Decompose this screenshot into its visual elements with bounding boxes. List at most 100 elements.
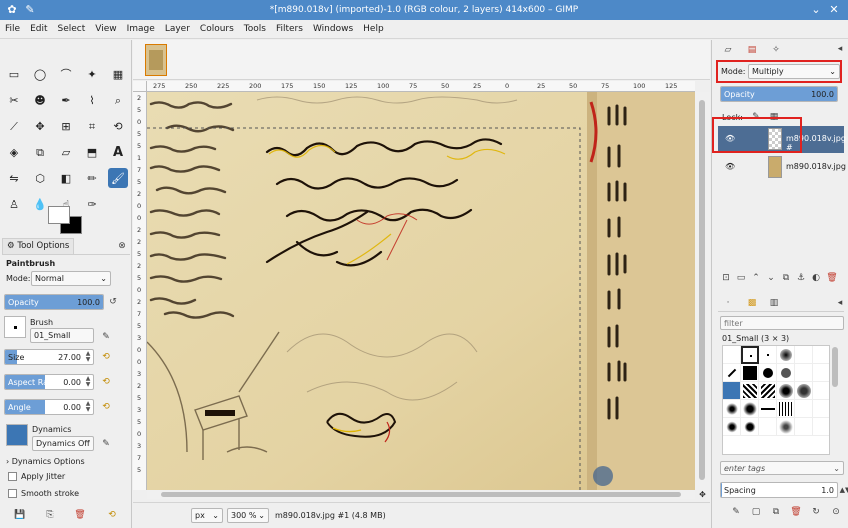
text-tool-icon[interactable]: A (108, 142, 128, 162)
flip-tool-icon[interactable]: ⇋ (4, 168, 24, 188)
mode-dropdown[interactable]: Normal ⌄ (31, 271, 111, 286)
crop-tool-icon[interactable]: ⌗ (82, 116, 102, 136)
rect-select-tool-icon[interactable]: ▭ (4, 64, 24, 84)
menu-edit[interactable]: Edit (25, 20, 52, 39)
edit-brush-icon[interactable]: ✎ (100, 331, 112, 343)
foreground-color[interactable] (48, 206, 70, 224)
aspect-ratio-slider[interactable]: Aspect Ratio 0.00 ▲ ▼ (4, 374, 94, 390)
rotate-tool-icon[interactable]: ◈ (4, 142, 24, 162)
lower-layer-icon[interactable]: ⌄ (765, 272, 777, 284)
dynamics-field[interactable]: Dynamics Off (32, 436, 94, 451)
cage-tool-icon[interactable]: ⬡ (30, 168, 50, 188)
fuzzy-select-tool-icon[interactable]: ✦ (82, 64, 102, 84)
eye-icon[interactable]: 👁 (725, 162, 735, 171)
angle-slider[interactable]: Angle 0.00 ▲ ▼ (4, 399, 94, 415)
gradients-tab-icon[interactable]: ▥ (768, 297, 780, 309)
patterns-tab-icon[interactable]: ▩ (746, 297, 758, 309)
aspect-spin-icon[interactable]: ▲ ▼ (84, 376, 92, 389)
angle-spin-icon[interactable]: ▲ ▼ (84, 401, 92, 414)
menu-view[interactable]: View (90, 20, 121, 39)
menu-layer[interactable]: Layer (160, 20, 195, 39)
raise-layer-icon[interactable]: ⌃ (750, 272, 762, 284)
dynamics-options-expander[interactable]: › Dynamics Options (6, 457, 85, 466)
edit-dynamics-icon[interactable]: ✎ (100, 438, 112, 450)
menu-select[interactable]: Select (53, 20, 91, 39)
color-swatches[interactable] (48, 206, 88, 236)
menu-windows[interactable]: Windows (308, 20, 358, 39)
vertical-scrollbar[interactable] (695, 92, 710, 490)
align-tool-icon[interactable]: ⊞ (56, 116, 76, 136)
foreground-select-tool-icon[interactable]: ☻ (30, 90, 50, 110)
free-select-tool-icon[interactable]: ⌒ (56, 64, 76, 84)
menu-help[interactable]: Help (358, 20, 389, 39)
reset-opacity-icon[interactable]: ↺ (107, 296, 119, 308)
horizontal-scroll-thumb[interactable] (161, 492, 681, 497)
brush-tags-input[interactable]: enter tags ⌄ (720, 461, 844, 475)
layer-opacity-slider[interactable]: Opacity 100.0 (720, 86, 838, 102)
move-tool-icon[interactable]: ✥ (30, 116, 50, 136)
tab-tool-options[interactable]: ⚙ Tool Options (2, 238, 75, 254)
layer-item[interactable]: 👁 m890.018v.jpg (718, 154, 846, 181)
spacing-slider[interactable]: Spacing 1.0 (720, 482, 838, 498)
dodge-burn-tool-icon[interactable]: 💧 (30, 194, 50, 214)
ellipse-select-tool-icon[interactable]: ◯ (30, 64, 50, 84)
open-brush-icon[interactable]: ⊙ (830, 506, 842, 518)
restore-options-icon[interactable]: ⎘ (44, 509, 56, 521)
smooth-stroke-checkbox[interactable] (8, 489, 17, 498)
opacity-slider[interactable]: Opacity 100.0 (4, 294, 104, 310)
brushes-tab-icon[interactable]: · (722, 297, 734, 309)
delete-options-icon[interactable]: 🗑 (74, 509, 86, 521)
brush-grid-scroll-thumb[interactable] (832, 347, 838, 387)
duplicate-layer-icon[interactable]: ⧉ (780, 272, 792, 284)
image-thumbnail-tab[interactable] (145, 44, 167, 76)
title-bar[interactable]: ✿ ✎ *[m890.018v] (imported)-1.0 (RGB col… (0, 0, 848, 20)
reset-angle-icon[interactable]: ⟲ (100, 401, 112, 413)
reset-size-icon[interactable]: ⟲ (100, 351, 112, 363)
menu-image[interactable]: Image (122, 20, 160, 39)
scissors-tool-icon[interactable]: ✂ (4, 90, 24, 110)
brushes-menu-icon[interactable]: ◂ (834, 297, 846, 309)
brush-name-field[interactable]: 01_Small (30, 328, 94, 343)
size-slider[interactable]: Size 27.00 ▲ ▼ (4, 349, 94, 365)
anchor-layer-icon[interactable]: ⚓ (795, 272, 807, 284)
reset-aspect-icon[interactable]: ⟲ (100, 376, 112, 388)
brush-filter-input[interactable]: filter (720, 316, 844, 330)
color-select-tool-icon[interactable]: ▦ (108, 64, 128, 84)
scale-tool-icon[interactable]: ⧉ (30, 142, 50, 162)
bucket-fill-tool-icon[interactable]: ◧ (56, 168, 76, 188)
image-canvas[interactable] (147, 92, 695, 490)
size-spin-icon[interactable]: ▲ ▼ (84, 351, 92, 364)
unified-transform-tool-icon[interactable]: ⟲ (108, 116, 128, 136)
ruler-corner[interactable] (133, 81, 147, 92)
new-brush-icon[interactable]: ▢ (750, 506, 762, 518)
shear-tool-icon[interactable]: ▱ (56, 142, 76, 162)
paths-tab-icon[interactable]: ✧ (770, 44, 782, 56)
delete-brush-icon[interactable]: 🗑 (790, 506, 802, 518)
menu-tools[interactable]: Tools (239, 20, 271, 39)
edit-brush-icon[interactable]: ✎ (730, 506, 742, 518)
vertical-ruler[interactable]: 2 5 0 5 5 1 7 5 2 0 0 2 2 5 2 5 0 2 7 5 3 0 0 3 2 5 3 5 0 3 7 5 (133, 92, 147, 490)
clone-tool-icon[interactable]: ♙ (4, 194, 24, 214)
apply-jitter-checkbox[interactable] (8, 472, 17, 481)
pencil-tool-icon[interactable]: ✏ (82, 168, 102, 188)
dock-menu-icon[interactable]: ◂ (834, 43, 846, 55)
brush-preview[interactable] (4, 316, 26, 338)
reset-options-icon[interactable]: ⟲ (106, 509, 118, 521)
brush-grid[interactable] (722, 345, 830, 455)
zoom-tool-icon[interactable]: ⌕ (108, 90, 128, 110)
horizontal-ruler[interactable]: 275 250 225 200 175 150 125 100 75 50 25 0 25 50 75 100… (147, 81, 695, 92)
mask-icon[interactable]: ◐ (810, 272, 822, 284)
close-tab-icon[interactable]: ⊗ (116, 240, 128, 252)
save-options-icon[interactable]: 💾 (14, 509, 26, 521)
dynamics-preview-icon[interactable] (6, 424, 28, 446)
measure-tool-icon[interactable]: ⟋ (4, 116, 24, 136)
delete-layer-icon[interactable]: 🗑 (826, 272, 838, 284)
new-layer-icon[interactable]: ⊡ (720, 272, 732, 284)
perspective-tool-icon[interactable]: ⬒ (82, 142, 102, 162)
close-icon[interactable]: ✕ (826, 2, 842, 18)
menu-file[interactable]: File (0, 20, 25, 39)
channels-tab-icon[interactable]: ▤ (746, 44, 758, 56)
zoom-dropdown[interactable]: 300 % ⌄ (227, 508, 269, 523)
refresh-brushes-icon[interactable]: ↻ (810, 506, 822, 518)
new-group-icon[interactable]: ▭ (735, 272, 747, 284)
